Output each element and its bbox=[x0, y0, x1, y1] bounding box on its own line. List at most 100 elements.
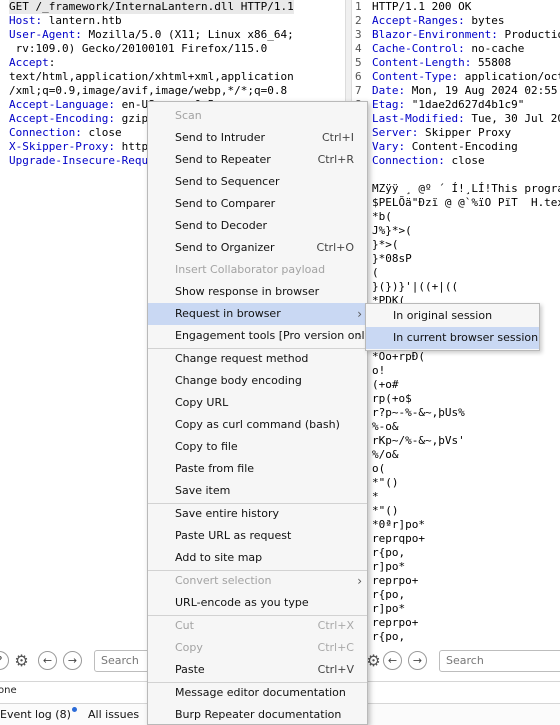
menu-item-send-to-sequencer[interactable]: Send to Sequencer bbox=[148, 171, 367, 193]
request-header-value: Mozilla/5.0 (X11; Linux x86_64; bbox=[81, 28, 294, 41]
response-line-text: reprpo+ bbox=[372, 616, 419, 629]
menu-item-paste-from-file[interactable]: Paste from file bbox=[148, 458, 367, 480]
menu-item-add-to-site-map[interactable]: Add to site map bbox=[148, 547, 367, 569]
menu-item-send-to-comparer[interactable]: Send to Comparer bbox=[148, 193, 367, 215]
response-back-arrow-icon[interactable]: ← bbox=[383, 651, 402, 670]
response-line-text: ( bbox=[372, 266, 379, 279]
menu-item-save-entire-history[interactable]: Save entire history bbox=[148, 503, 367, 525]
response-header-value: Content-Encoding bbox=[405, 140, 518, 153]
status-text: one bbox=[0, 685, 17, 696]
event-log-tab[interactable]: Event log (8) bbox=[0, 704, 77, 725]
menu-item-shortcut: Ctrl+C bbox=[317, 641, 354, 654]
request-header-name: Connection: bbox=[9, 126, 82, 139]
submenu-item-in-current-browser-session[interactable]: In current browser session bbox=[366, 327, 539, 349]
menu-item-burp-repeater-documentation[interactable]: Burp Repeater documentation bbox=[148, 704, 367, 725]
response-line: 11Vary: Content-Encoding bbox=[355, 140, 518, 154]
menu-item-label: Insert Collaborator payload bbox=[175, 263, 326, 276]
menu-item-copy-url[interactable]: Copy URL bbox=[148, 392, 367, 414]
menu-item-shortcut: Ctrl+V bbox=[317, 663, 354, 676]
response-line-text: *"() bbox=[372, 476, 399, 489]
menu-item-label: Change request method bbox=[175, 352, 309, 365]
response-forward-arrow-icon[interactable]: → bbox=[408, 651, 427, 670]
request-line: Connection: close bbox=[9, 126, 122, 140]
response-line: 15$PELÕä"Ðzï @ @`%ïO PïT H.text bbox=[355, 196, 560, 210]
response-line-text: (+o# bbox=[372, 378, 399, 391]
menu-item-message-editor-documentation[interactable]: Message editor documentation bbox=[148, 682, 367, 704]
response-line-text: r?p~-%-&~,þUs% bbox=[372, 406, 465, 419]
request-header-value: close bbox=[81, 126, 122, 139]
menu-item-label: Copy as curl command (bash) bbox=[175, 418, 340, 431]
menu-item-send-to-decoder[interactable]: Send to Decoder bbox=[148, 215, 367, 237]
response-header-value: no-cache bbox=[464, 42, 525, 55]
request-line: GET /_framework/InternaLantern.dll HTTP/… bbox=[9, 0, 294, 14]
menu-item-label: Request in browser bbox=[175, 307, 281, 320]
menu-item-copy-to-file[interactable]: Copy to file bbox=[148, 436, 367, 458]
menu-item-label: Copy URL bbox=[175, 396, 229, 409]
chevron-right-icon: › bbox=[357, 307, 362, 321]
chevron-right-icon: › bbox=[357, 329, 362, 343]
response-line-text: rKp~/%-&~,þVs' bbox=[372, 434, 465, 447]
menu-item-show-response-in-browser[interactable]: Show response in browser bbox=[148, 281, 367, 303]
request-header-name: Host: bbox=[9, 14, 43, 27]
response-header-name: Content-Type: bbox=[372, 70, 459, 83]
response-line-number: 7 bbox=[355, 84, 362, 97]
response-line: 1 HTTP/1.1 200 OK bbox=[355, 0, 471, 14]
submenu-item-in-original-session[interactable]: In original session bbox=[366, 305, 539, 327]
response-line-text: r{po, bbox=[372, 546, 406, 559]
menu-item-scan: Scan bbox=[148, 105, 367, 127]
request-line-text: GET /_framework/InternaLantern.dll HTTP/… bbox=[9, 0, 294, 13]
response-line-number: 6 bbox=[355, 70, 362, 83]
response-line-text: r{po, bbox=[372, 630, 406, 642]
response-search-input[interactable]: Search bbox=[439, 650, 560, 672]
menu-item-label: Send to Intruder bbox=[175, 131, 266, 144]
help-icon[interactable]: ? bbox=[0, 651, 9, 670]
menu-item-label: Add to site map bbox=[175, 551, 263, 564]
response-line-number: 1 bbox=[355, 0, 362, 13]
response-line-text: *"() bbox=[372, 504, 399, 517]
response-line-text: }*08sP bbox=[372, 252, 412, 265]
menu-item-url-encode-as-you-type[interactable]: URL-encode as you type bbox=[148, 592, 367, 614]
response-header-value: 55808 bbox=[471, 56, 512, 69]
response-header-name: Etag: bbox=[372, 98, 406, 111]
menu-item-shortcut: Ctrl+R bbox=[317, 153, 354, 166]
menu-item-label: URL-encode as you type bbox=[175, 596, 309, 609]
response-line: 4 Cache-Control: no-cache bbox=[355, 42, 524, 56]
response-line-text: o( bbox=[372, 462, 386, 475]
response-line-text: reprpo+ bbox=[372, 574, 419, 587]
menu-item-engagement-tools-pro-version-only[interactable]: Engagement tools [Pro version only] › bbox=[148, 325, 375, 347]
menu-item-shortcut: Ctrl+O bbox=[316, 241, 354, 254]
menu-item-send-to-intruder[interactable]: Send to Intruder Ctrl+I bbox=[148, 127, 367, 149]
menu-item-paste-url-as-request[interactable]: Paste URL as request bbox=[148, 525, 367, 547]
gear-icon[interactable]: ⚙ bbox=[12, 651, 31, 670]
response-header-value: close bbox=[444, 154, 485, 167]
menu-item-send-to-repeater[interactable]: Send to Repeater Ctrl+R bbox=[148, 149, 367, 171]
menu-item-shortcut: Ctrl+I bbox=[321, 131, 354, 144]
menu-item-label: Paste URL as request bbox=[175, 529, 292, 542]
menu-item-label: Send to Comparer bbox=[175, 197, 276, 210]
menu-item-cut: Cut Ctrl+X bbox=[148, 615, 367, 637]
response-line-text: r]po* bbox=[372, 560, 406, 573]
menu-item-request-in-browser[interactable]: Request in browser › bbox=[148, 303, 367, 325]
menu-item-copy-as-curl-command-bash[interactable]: Copy as curl command (bash) bbox=[148, 414, 367, 436]
response-line-text: *b( bbox=[372, 210, 392, 223]
response-header-name: Last-Modified: bbox=[372, 112, 465, 125]
request-header-name: Accept-Encoding: bbox=[9, 112, 115, 125]
response-header-value: Production bbox=[504, 28, 560, 41]
all-issues-tab[interactable]: All issues bbox=[88, 704, 139, 725]
menu-item-send-to-organizer[interactable]: Send to Organizer Ctrl+O bbox=[148, 237, 367, 259]
menu-item-change-body-encoding[interactable]: Change body encoding bbox=[148, 370, 367, 392]
menu-item-label: Scan bbox=[175, 109, 202, 122]
response-header-name: Accept-Ranges: bbox=[372, 14, 465, 27]
response-line: 10Server: Skipper Proxy bbox=[355, 126, 511, 140]
menu-item-label: Send to Organizer bbox=[175, 241, 275, 254]
menu-item-change-request-method[interactable]: Change request method bbox=[148, 348, 367, 370]
request-line: rv:109.0) Gecko/20100101 Firefox/115.0 bbox=[9, 42, 268, 56]
menu-item-shortcut: Ctrl+X bbox=[317, 619, 354, 632]
menu-item-save-item[interactable]: Save item bbox=[148, 480, 367, 502]
menu-item-paste[interactable]: Paste Ctrl+V bbox=[148, 659, 367, 681]
request-header-value: lantern.htb bbox=[42, 14, 122, 27]
menu-item-label: Save entire history bbox=[175, 507, 279, 520]
forward-arrow-icon[interactable]: → bbox=[63, 651, 82, 670]
back-arrow-icon[interactable]: ← bbox=[38, 651, 57, 670]
menu-item-label: Save item bbox=[175, 484, 231, 497]
